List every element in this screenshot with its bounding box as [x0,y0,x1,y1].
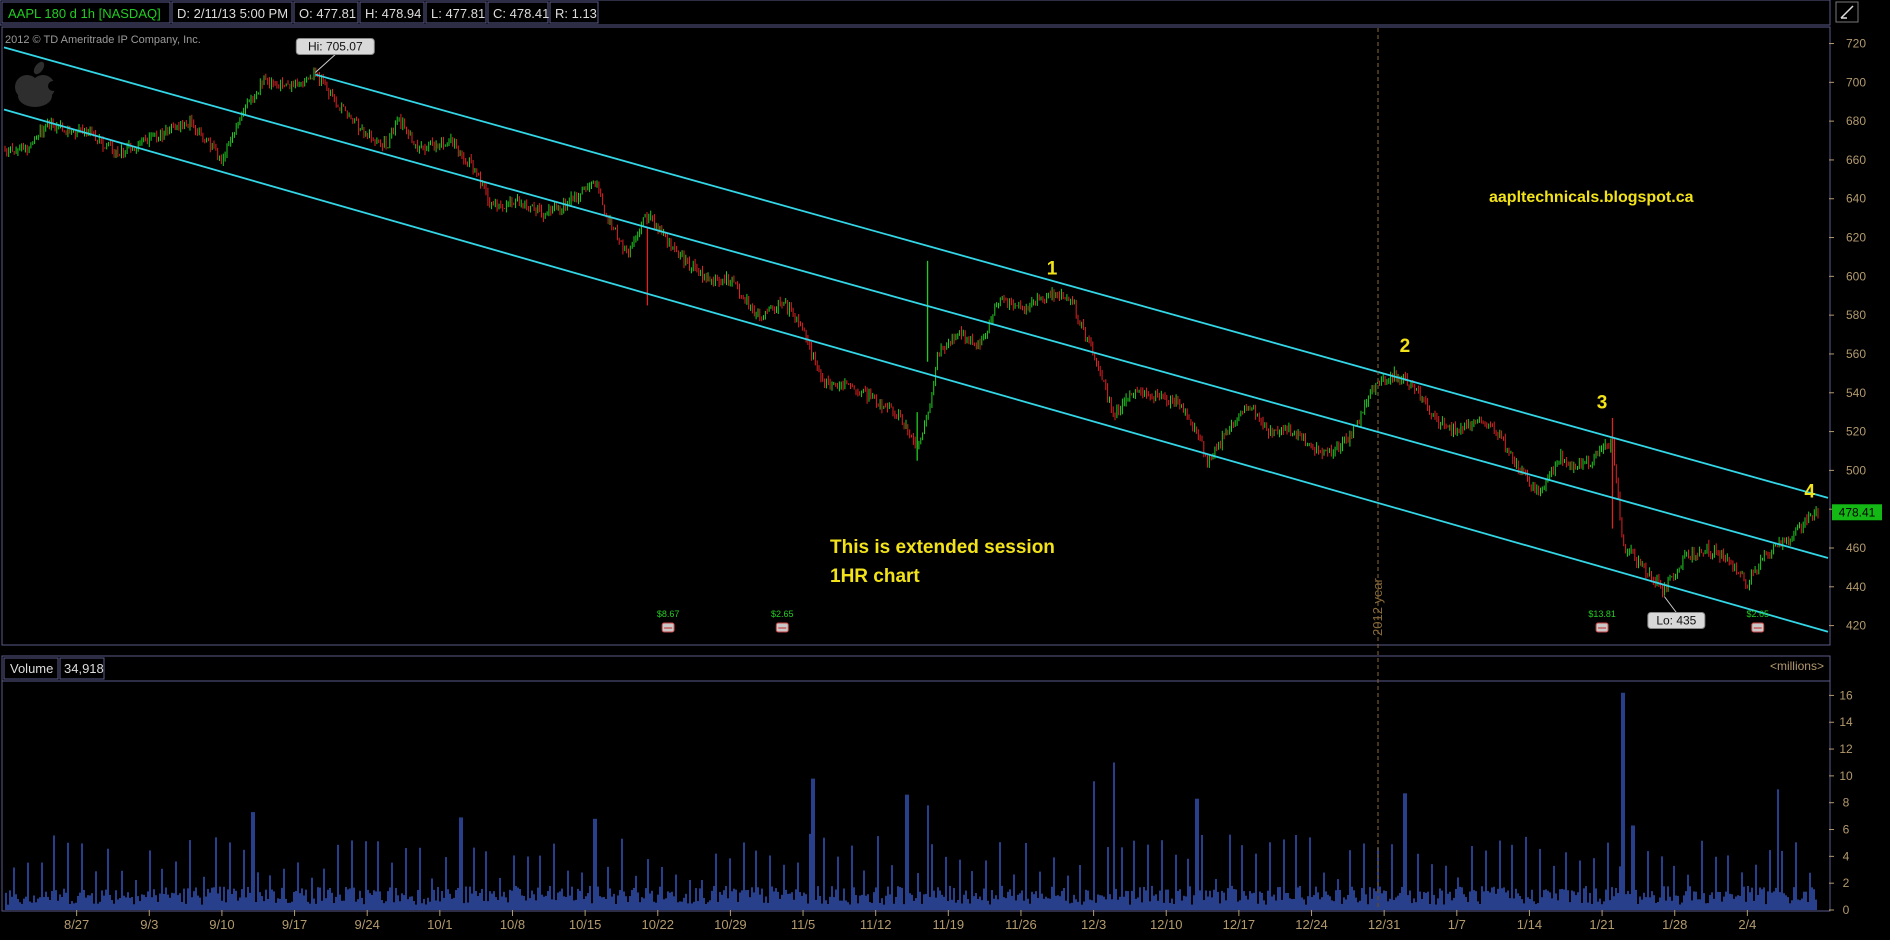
watermark-url: aapltechnicals.blogspot.ca [1489,189,1694,206]
date-axis: 8/27 9/3 9/10 9/17 9/24 10/1 10/8 10/15 10/22 10/… [64,910,1756,932]
volume-tick-label: 0 [1843,903,1850,917]
volume-tick-label: 12 [1839,742,1853,756]
stock-chart: AAPL 180 d 1h [NASDAQ] D: 2/11/13 5:00 P… [0,0,1882,932]
volume-tick-label: 6 [1843,823,1850,837]
annotation-label: Lo: 435 [1656,613,1696,627]
volume-units: <millions> [1770,659,1824,673]
symbol-label: AAPL 180 d 1h [NASDAQ] [8,6,161,21]
date-tick-label: 12/24 [1295,917,1328,932]
volume-tick-label: 8 [1843,796,1850,810]
price-tick-label: 560 [1846,347,1866,361]
date-tick-label: 1/7 [1448,917,1466,932]
wave-number-label: 4 [1804,482,1815,503]
volume-bars [5,692,1817,910]
date-tick-label: 10/29 [714,917,747,932]
date-tick-label: 11/12 [860,917,892,932]
high-label: H: 478.94 [365,6,421,21]
wave-number-label: 1 [1047,258,1058,279]
date-tick-label: 9/24 [355,917,380,932]
price-tick-label: 460 [1846,541,1866,555]
event-label: $8.67 [657,609,680,619]
price-tick-label: 580 [1846,308,1866,322]
note-line-2: 1HR chart [830,566,920,587]
date-tick-label: 10/1 [427,917,452,932]
header-bar: AAPL 180 d 1h [NASDAQ] D: 2/11/13 5:00 P… [0,0,1859,26]
volume-panel-frame [1,680,1831,912]
volume-tick-label: 10 [1839,769,1853,783]
volume-value: 34,918 [64,661,104,676]
price-tick-label: 620 [1846,231,1866,245]
price-tick-label: 640 [1846,192,1866,206]
volume-header-bar [1,655,1831,682]
annotation-label: Hi: 705.07 [308,39,363,53]
event-label: $2.65 [1746,609,1769,619]
price-tick-label: 500 [1846,463,1866,477]
channel-line-middle [3,46,1829,559]
date-tick-label: 1/28 [1662,917,1687,932]
date-tick-label: 1/14 [1517,917,1542,932]
date-tick-label: 12/3 [1081,917,1106,932]
date-tick-label: 9/10 [209,917,234,932]
date-tick-label: 12/31 [1368,917,1401,932]
volume-tick-label: 14 [1839,715,1853,729]
volume-tick-label: 4 [1843,849,1850,863]
date-tick-label: 11/5 [791,917,815,932]
low-label: L: 477.81 [431,6,485,21]
volume-tick-label: 16 [1839,688,1853,702]
channel-line-upper [315,73,1829,499]
date-tick-label: 10/22 [641,917,674,932]
price-tick-label: 600 [1846,269,1866,283]
price-tick-label: 720 [1846,37,1866,51]
date-tick-label: 1/21 [1589,917,1614,932]
note-line-1: This is extended session [830,537,1055,558]
date-tick-label: 10/15 [569,917,602,932]
date-tick-label: 12/10 [1150,917,1183,932]
price-tick-label: 420 [1846,619,1866,633]
date-tick-label: 9/3 [140,917,158,932]
price-tick-label: 680 [1846,114,1866,128]
event-label: $13.81 [1588,609,1616,619]
volume-label: Volume [10,661,53,676]
price-tick-label: 700 [1846,75,1866,89]
price-tick-label: 540 [1846,386,1866,400]
price-tick-label: 520 [1846,425,1866,439]
price-candles [4,67,1819,598]
price-tick-label: 440 [1846,580,1866,594]
wave-number-label: 3 [1597,392,1608,413]
range-label: R: 1.13 [555,6,597,21]
date-label: D: 2/11/13 5:00 PM [177,6,288,21]
date-tick-label: 9/17 [282,917,307,932]
apple-logo-icon [15,61,58,107]
date-tick-label: 11/19 [933,917,965,932]
annotation-leader [1663,596,1677,613]
date-tick-label: 11/26 [1005,917,1037,932]
date-tick-label: 8/27 [64,917,89,932]
year-label: 2012 year [1370,578,1385,636]
close-label: C: 478.41 [493,6,549,21]
date-tick-label: 2/4 [1738,917,1756,932]
volume-axis: 0 2 4 6 8 10 12 14 16 [1829,688,1853,917]
date-tick-label: 12/17 [1223,917,1256,932]
copyright-text: 2012 © TD Ameritrade IP Company, Inc. [5,34,201,46]
price-tick-label: 660 [1846,153,1866,167]
annotation-leader [314,54,336,73]
volume-tick-label: 2 [1843,876,1850,890]
annotations: Hi: 705.07 Lo: 435 1 2 3 4 478.41 [295,37,1882,629]
last-price-label: 478.41 [1839,505,1876,519]
wave-number-label: 2 [1400,336,1411,357]
price-axis: 4204404604805005205405605806006206406606… [1829,37,1866,633]
date-tick-label: 10/8 [500,917,525,932]
open-label: O: 477.81 [299,6,356,21]
event-markers: $8.67 $2.65 $13.81 $2.65 [657,609,1769,633]
event-label: $2.65 [771,609,794,619]
